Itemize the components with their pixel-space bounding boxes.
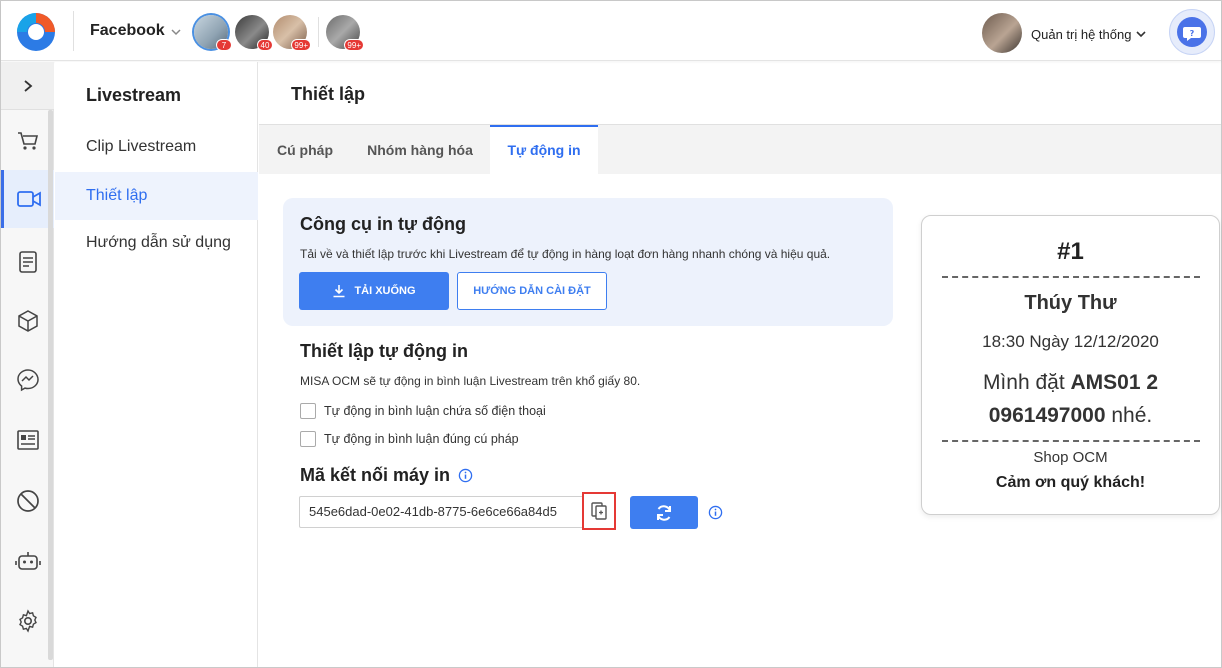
block-icon bbox=[16, 490, 39, 512]
receipt-comment-prefix: Mình đặt bbox=[982, 371, 1071, 394]
user-avatar[interactable] bbox=[982, 13, 1022, 53]
receipt-comment-phone: 0961497000 bbox=[988, 404, 1106, 427]
document-icon bbox=[18, 251, 37, 273]
rail-item-sales[interactable] bbox=[1, 112, 54, 170]
chat-help-icon: ? bbox=[1183, 27, 1201, 41]
header-divider bbox=[73, 11, 74, 51]
chevron-right-icon bbox=[24, 80, 33, 92]
rail-item-customers[interactable] bbox=[1, 411, 54, 469]
receipt-comment-code: AMS01 2 bbox=[1070, 371, 1159, 394]
option-label: Tự động in bình luận chứa số điện thoại bbox=[324, 404, 546, 418]
page-title: Thiết lập bbox=[291, 84, 366, 104]
rail-item-orders[interactable] bbox=[1, 233, 54, 291]
icon-rail bbox=[1, 62, 54, 667]
checkbox[interactable] bbox=[300, 431, 316, 447]
install-guide-button[interactable]: HƯỚNG DẪN CÀI ĐẶT bbox=[457, 272, 607, 310]
checkbox[interactable] bbox=[300, 403, 316, 419]
receipt-divider bbox=[942, 276, 1200, 278]
rail-item-products[interactable] bbox=[1, 292, 54, 350]
header-divider bbox=[318, 17, 319, 47]
option-print-phone-comments[interactable]: Tự động in bình luận chứa số điện thoại bbox=[300, 403, 546, 419]
receipt-comment: Mình đặt AMS01 2 0961497000 nhé. bbox=[922, 366, 1219, 432]
contact-card-icon bbox=[16, 430, 39, 450]
rail-item-messages[interactable] bbox=[1, 351, 54, 409]
copy-code-button[interactable] bbox=[582, 492, 616, 530]
notification-badge: 7 bbox=[216, 39, 232, 51]
rail-item-blacklist[interactable] bbox=[1, 472, 54, 530]
rail-item-chatbot[interactable] bbox=[1, 532, 54, 590]
option-print-syntax-comments[interactable]: Tự động in bình luận đúng cú pháp bbox=[300, 431, 519, 447]
info-icon[interactable] bbox=[708, 505, 723, 520]
option-label: Tự động in bình luận đúng cú pháp bbox=[324, 432, 519, 446]
download-button[interactable]: TẢI XUỐNG bbox=[299, 272, 449, 310]
bot-icon bbox=[14, 552, 41, 570]
page-avatar[interactable]: 99+ bbox=[326, 15, 364, 51]
expand-sidebar-button[interactable] bbox=[1, 62, 54, 110]
auto-print-settings-description: MISA OCM sẽ tự động in bình luận Livestr… bbox=[300, 374, 641, 388]
subnav-item-settings[interactable]: Thiết lập bbox=[55, 172, 258, 220]
settings-icon bbox=[18, 609, 37, 633]
box-icon bbox=[17, 310, 38, 332]
top-header: Facebook 7 40 99+ 99+ Quản trị hệ thống … bbox=[1, 1, 1221, 61]
chevron-down-icon[interactable] bbox=[1135, 29, 1147, 39]
printer-code-input[interactable]: 545e6dad-0e02-41db-8775-6e6ce66a84d5 bbox=[299, 496, 615, 528]
refresh-code-button[interactable] bbox=[630, 496, 698, 529]
tab-auto-print[interactable]: Tự động in bbox=[490, 125, 598, 175]
messenger-icon bbox=[16, 369, 39, 392]
svg-text:?: ? bbox=[1190, 29, 1195, 38]
tool-card-description: Tải về và thiết lập trước khi Livestream… bbox=[300, 247, 831, 261]
tab-product-groups[interactable]: Nhóm hàng hóa bbox=[351, 125, 489, 175]
tab-syntax[interactable]: Cú pháp bbox=[259, 125, 351, 175]
receipt-number: #1 bbox=[1057, 238, 1084, 265]
page-avatar[interactable]: 99+ bbox=[273, 15, 311, 51]
tool-card-title: Công cụ in tự động bbox=[300, 214, 466, 234]
app-logo[interactable] bbox=[15, 11, 57, 53]
chevron-down-icon[interactable] bbox=[169, 25, 183, 39]
platform-selector-label[interactable]: Facebook bbox=[90, 22, 165, 40]
auto-print-settings-title: Thiết lập tự động in bbox=[300, 341, 469, 361]
receipt-customer-name: Thúy Thư bbox=[1024, 292, 1117, 314]
settings-tabs: Cú pháp Nhóm hàng hóa Tự động in bbox=[259, 124, 1221, 175]
notification-badge: 40 bbox=[257, 39, 273, 51]
livestream-subnav: Livestream Clip Livestream Thiết lập Hướ… bbox=[55, 62, 258, 667]
receipt-preview: #1 Thúy Thư 18:30 Ngày 12/12/2020 Mình đ… bbox=[921, 215, 1220, 515]
rail-item-settings[interactable] bbox=[1, 592, 54, 650]
page-avatar[interactable]: 40 bbox=[235, 15, 273, 51]
notification-badge: 99+ bbox=[344, 39, 364, 51]
cart-icon bbox=[17, 132, 38, 150]
support-chat-button[interactable]: ? bbox=[1169, 9, 1215, 55]
receipt-thanks: Cảm ơn quý khách! bbox=[995, 474, 1146, 491]
video-icon bbox=[17, 191, 41, 207]
download-button-label: TẢI XUỐNG bbox=[354, 285, 416, 297]
subnav-item-user-guide[interactable]: Hướng dẫn sử dụng bbox=[55, 219, 258, 267]
user-name[interactable]: Quản trị hệ thống bbox=[1031, 27, 1131, 42]
subnav-title: Livestream bbox=[86, 85, 182, 105]
receipt-divider bbox=[942, 440, 1200, 442]
download-icon bbox=[333, 285, 345, 298]
receipt-comment-suffix: nhé. bbox=[1105, 404, 1153, 427]
printer-code-title: Mã kết nối máy in bbox=[300, 465, 473, 486]
receipt-shop-name: Shop OCM bbox=[1033, 449, 1108, 466]
copy-icon bbox=[591, 502, 607, 520]
subnav-item-clip-livestream[interactable]: Clip Livestream bbox=[55, 123, 258, 171]
receipt-time: 18:30 Ngày 12/12/2020 bbox=[982, 332, 1159, 351]
page-avatar[interactable]: 7 bbox=[194, 15, 232, 51]
notification-badge: 99+ bbox=[291, 39, 311, 51]
rail-item-livestream[interactable] bbox=[1, 170, 54, 228]
printer-code-title-text: Mã kết nối máy in bbox=[300, 465, 451, 485]
auto-print-tool-card: Công cụ in tự động Tải về và thiết lập t… bbox=[283, 198, 893, 326]
info-icon[interactable] bbox=[458, 468, 473, 483]
refresh-icon bbox=[657, 504, 671, 521]
rail-scrollbar[interactable] bbox=[48, 110, 53, 660]
